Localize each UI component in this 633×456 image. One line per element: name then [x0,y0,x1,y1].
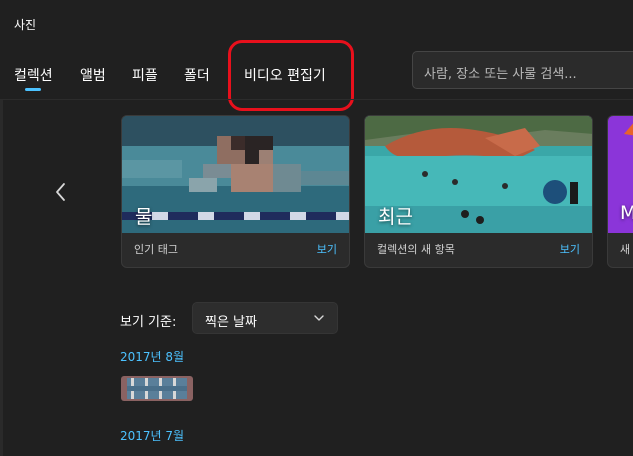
tab-collection[interactable]: 컬렉션 [14,65,53,91]
collection-card-water[interactable]: 물 인기 태그 보기 [121,115,350,268]
red-highlight-annotation [228,40,354,111]
tab-people-label: 피플 [132,68,158,84]
search-box[interactable]: 사람, 장소 또는 사물 검색... [412,51,633,89]
card-partial-title: M [620,202,633,224]
tab-folders-label: 폴더 [184,68,210,84]
card-recent-caption: 컬렉션의 새 항목 [377,243,455,256]
collection-card-recent[interactable]: 최근 컬렉션의 새 항목 보기 [364,115,593,268]
carousel-prev-button[interactable] [46,174,76,210]
card-water-title: 물 [135,206,153,228]
card-water-view-link[interactable]: 보기 [317,241,337,257]
tab-people[interactable]: 피플 [132,65,158,85]
left-edge-strip [0,100,3,456]
month-heading-jul-2017: 2017년 7월 [120,429,185,443]
card-recent-view-link[interactable]: 보기 [560,241,580,257]
month-heading-aug-2017: 2017년 8월 [120,350,185,364]
chevron-down-icon [314,315,324,321]
sort-dropdown[interactable]: 찍은 날짜 [192,302,338,334]
collection-card-partial[interactable]: M 새 [607,115,633,268]
chevron-left-icon [56,183,65,201]
sort-label: 보기 기준: [120,315,177,330]
header-divider [0,99,633,100]
card-water-caption: 인기 태그 [134,243,178,256]
tab-albums[interactable]: 앨범 [80,65,106,85]
tab-albums-label: 앨범 [80,68,106,84]
app-title: 사진 [14,18,37,32]
tab-folders[interactable]: 폴더 [184,65,210,85]
sort-dropdown-value: 찍은 날짜 [205,315,257,330]
tab-collection-label: 컬렉션 [14,68,53,84]
card-water-thumbnail [122,116,349,233]
active-tab-indicator [25,88,42,91]
photo-thumbnail[interactable] [121,376,193,401]
card-partial-caption: 새 [620,243,631,256]
card-recent-title: 최근 [378,206,413,228]
search-placeholder: 사람, 장소 또는 사물 검색... [424,67,577,82]
